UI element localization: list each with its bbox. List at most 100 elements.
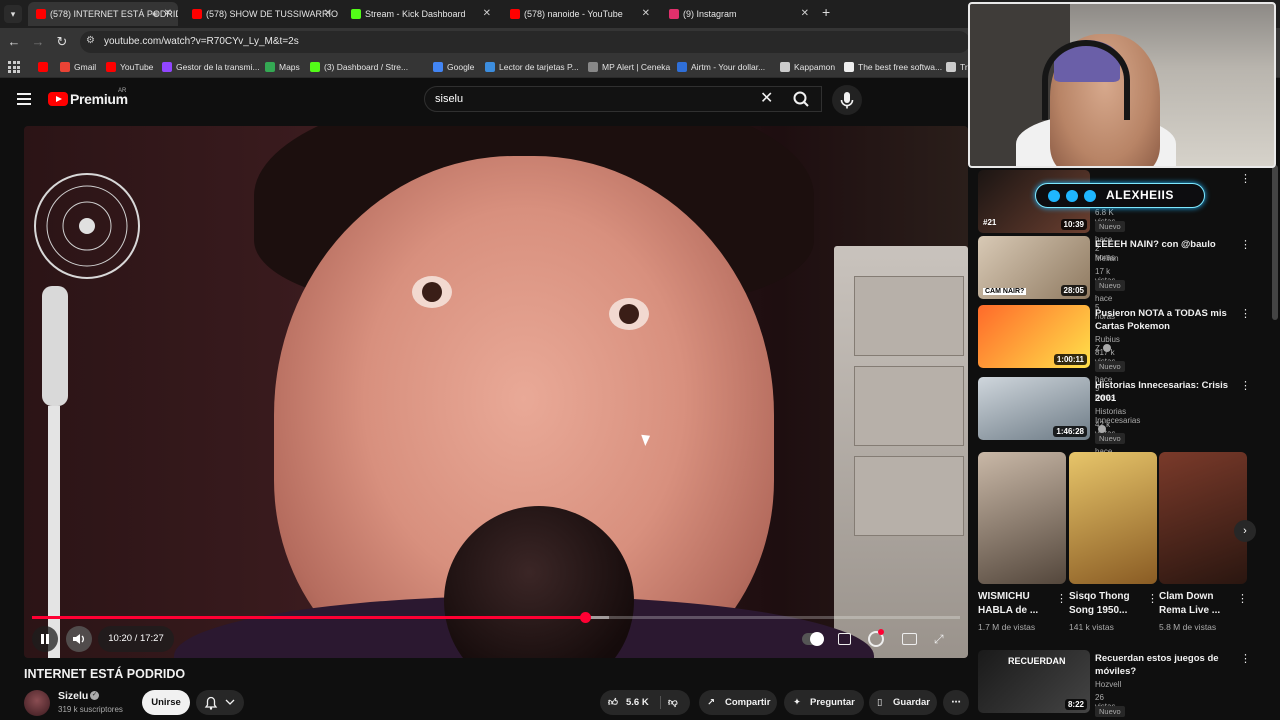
browser-tab[interactable]: (578) SHOW DE TUSSIWARRIORS ✕ (184, 2, 338, 26)
sidebar-scrollbar[interactable] (1272, 165, 1278, 320)
bookmark-overflow[interactable]: Tr (946, 56, 968, 78)
video-title[interactable]: Recuerdan estos juegos de móviles? (1095, 652, 1235, 678)
search-button[interactable] (786, 88, 816, 110)
video-title[interactable]: Historias Innecesarias: Crisis 2001 (1095, 379, 1235, 405)
scrubber-handle[interactable] (580, 612, 592, 623)
bookmark-kick-dashboard[interactable]: (3) Dashboard / Stre... (310, 56, 408, 78)
time-display: 10:20 / 17:27 (98, 626, 174, 652)
tab-label: (578) INTERNET ESTÁ PODRIDO (50, 9, 178, 19)
short-views: 1.7 M de vistas (978, 622, 1036, 632)
forward-arrow-icon[interactable]: → (30, 34, 46, 50)
menu-icon[interactable] (17, 93, 31, 105)
close-tab-icon[interactable]: ✕ (801, 2, 809, 26)
clear-search-icon[interactable]: ✕ (760, 90, 773, 108)
short-views: 141 k vistas (1069, 622, 1114, 632)
fullscreen-icon[interactable]: ⤢ (934, 632, 944, 647)
theater-mode-icon[interactable] (902, 633, 917, 645)
video-player[interactable]: 10:20 / 17:27 ⤢ (24, 126, 968, 658)
browser-tab[interactable]: (9) Instagram ✕ (661, 2, 815, 26)
omnibox[interactable]: ⚙ youtube.com/watch?v=R70CYv_Ly_M&t=2s (80, 31, 970, 53)
video-thumbnail[interactable]: CAM NAIR? 28:05 (978, 236, 1090, 299)
tab-label: (578) nanoide - YouTube (524, 9, 623, 19)
autoplay-toggle[interactable] (802, 632, 824, 646)
bookmark-kappamon[interactable]: Kappamon (780, 56, 835, 78)
pause-button[interactable] (32, 626, 58, 652)
shorts-next-arrow-icon[interactable]: › (1234, 520, 1256, 542)
url-text[interactable]: youtube.com/watch?v=R70CYv_Ly_M&t=2s (104, 31, 299, 53)
instagram-favicon-icon (669, 9, 679, 19)
video-thumbnail[interactable]: RECUERDAN 8:22 (978, 650, 1090, 713)
bookmark-airtm[interactable]: Airtm - Your dollar... (677, 56, 765, 78)
more-vertical-icon[interactable]: ⋮ (1240, 238, 1251, 251)
close-tab-icon[interactable]: ✕ (483, 2, 491, 26)
more-vertical-icon[interactable]: ⋮ (1240, 652, 1251, 665)
more-horizontal-icon: ⋯ (951, 697, 961, 708)
bookmark-icon: ▯ (877, 697, 883, 708)
short-item[interactable]: Clam Down Rema Live ... 5.8 M de vistas … (1159, 452, 1248, 632)
channel-name[interactable]: Sizelu (58, 690, 88, 702)
more-vertical-icon[interactable]: ⋮ (1147, 592, 1158, 605)
short-item[interactable]: Sisqo Thong Song 1950... 141 k vistas ⋮ (1069, 452, 1158, 632)
channel-name[interactable]: Hozvell (1095, 680, 1121, 689)
bookmark-label: Airtm - Your dollar... (691, 62, 766, 72)
subtitles-icon[interactable] (838, 633, 851, 645)
speaker-icon[interactable]: 🔊︎ (152, 2, 158, 26)
alert-icon (588, 62, 598, 72)
close-tab-icon[interactable]: ✕ (642, 2, 650, 26)
thumbs-down-icon[interactable]: 👎︎ (668, 690, 678, 715)
video-title[interactable]: EEEEH NAIN? con @baulo (1095, 238, 1235, 251)
verified-badge-icon: ✓ (90, 691, 99, 700)
join-button[interactable]: Unirse (142, 690, 190, 715)
short-thumbnail[interactable] (1159, 452, 1247, 584)
bookmark-mp-alert[interactable]: MP Alert | Ceneka (588, 56, 670, 78)
ask-button[interactable]: ✦ Preguntar (784, 690, 864, 715)
voice-search-button[interactable] (832, 85, 862, 115)
short-title[interactable]: Clam Down Rema Live ... (1159, 590, 1233, 618)
search-input[interactable] (435, 87, 755, 111)
new-tab-button[interactable]: + (822, 4, 830, 20)
bookmark-youtube[interactable]: YouTube (106, 56, 153, 78)
browser-tab[interactable]: Stream - Kick Dashboard ✕ (343, 2, 497, 26)
bookmark-free-software[interactable]: The best free softwa... (844, 56, 942, 78)
like-count[interactable]: 5.6 K (626, 690, 649, 715)
bookmark-gmail[interactable]: Gmail (60, 56, 96, 78)
short-title[interactable]: WISMICHU HABLA de ... (978, 590, 1052, 618)
youtube-logo-icon[interactable] (48, 92, 68, 106)
more-vertical-icon[interactable]: ⋮ (1240, 172, 1251, 185)
close-tab-icon[interactable]: ✕ (324, 2, 332, 26)
apps-grid-icon[interactable] (8, 61, 20, 73)
short-item[interactable]: WISMICHU HABLA de ... 1.7 M de vistas ⋮ (978, 452, 1067, 632)
bookmark-google[interactable]: Google (433, 56, 474, 78)
more-actions-button[interactable]: ⋯ (943, 690, 969, 715)
channel-name[interactable]: Melian (1095, 254, 1119, 263)
browser-tab[interactable]: (578) nanoide - YouTube ✕ (502, 2, 656, 26)
bookmark-maps[interactable]: Maps (265, 56, 300, 78)
short-title[interactable]: Sisqo Thong Song 1950... (1069, 590, 1143, 618)
site-info-icon[interactable]: ⚙ (86, 35, 95, 46)
tab-search-button[interactable]: ▾ (4, 5, 22, 23)
more-vertical-icon[interactable]: ⋮ (1240, 379, 1251, 392)
bookmark-label: The best free softwa... (858, 62, 943, 72)
bookmark-twitch-dashboard[interactable]: Gestor de la transmi... (162, 56, 260, 78)
reload-icon[interactable]: ↻ (54, 34, 70, 50)
bookmark-card-reader[interactable]: Lector de tarjetas P... (485, 56, 579, 78)
more-vertical-icon[interactable]: ⋮ (1056, 592, 1067, 605)
browser-tab-active[interactable]: (578) INTERNET ESTÁ PODRIDO 🔊︎ ✕ (28, 2, 178, 26)
notification-bell-button[interactable] (196, 690, 244, 715)
short-thumbnail[interactable] (1069, 452, 1157, 584)
more-vertical-icon[interactable]: ⋮ (1240, 307, 1251, 320)
volume-button[interactable] (66, 626, 92, 652)
share-button[interactable]: ↗ Compartir (699, 690, 777, 715)
more-vertical-icon[interactable]: ⋮ (1237, 592, 1248, 605)
thumbs-up-icon[interactable]: 👍︎ (608, 690, 618, 715)
shorts-shelf: WISMICHU HABLA de ... 1.7 M de vistas ⋮ … (978, 452, 1268, 642)
save-button[interactable]: ▯ Guardar (869, 690, 937, 715)
close-tab-icon[interactable]: ✕ (164, 2, 172, 26)
back-arrow-icon[interactable]: ← (6, 34, 22, 50)
channel-avatar[interactable] (24, 690, 50, 716)
short-thumbnail[interactable] (978, 452, 1066, 584)
video-title[interactable]: Pusieron NOTA a TODAS mis Cartas Pokemon (1095, 307, 1235, 333)
progress-bar[interactable] (32, 612, 960, 623)
video-thumbnail[interactable]: 1:00:11 (978, 305, 1090, 368)
video-thumbnail[interactable]: 1:46:28 (978, 377, 1090, 440)
